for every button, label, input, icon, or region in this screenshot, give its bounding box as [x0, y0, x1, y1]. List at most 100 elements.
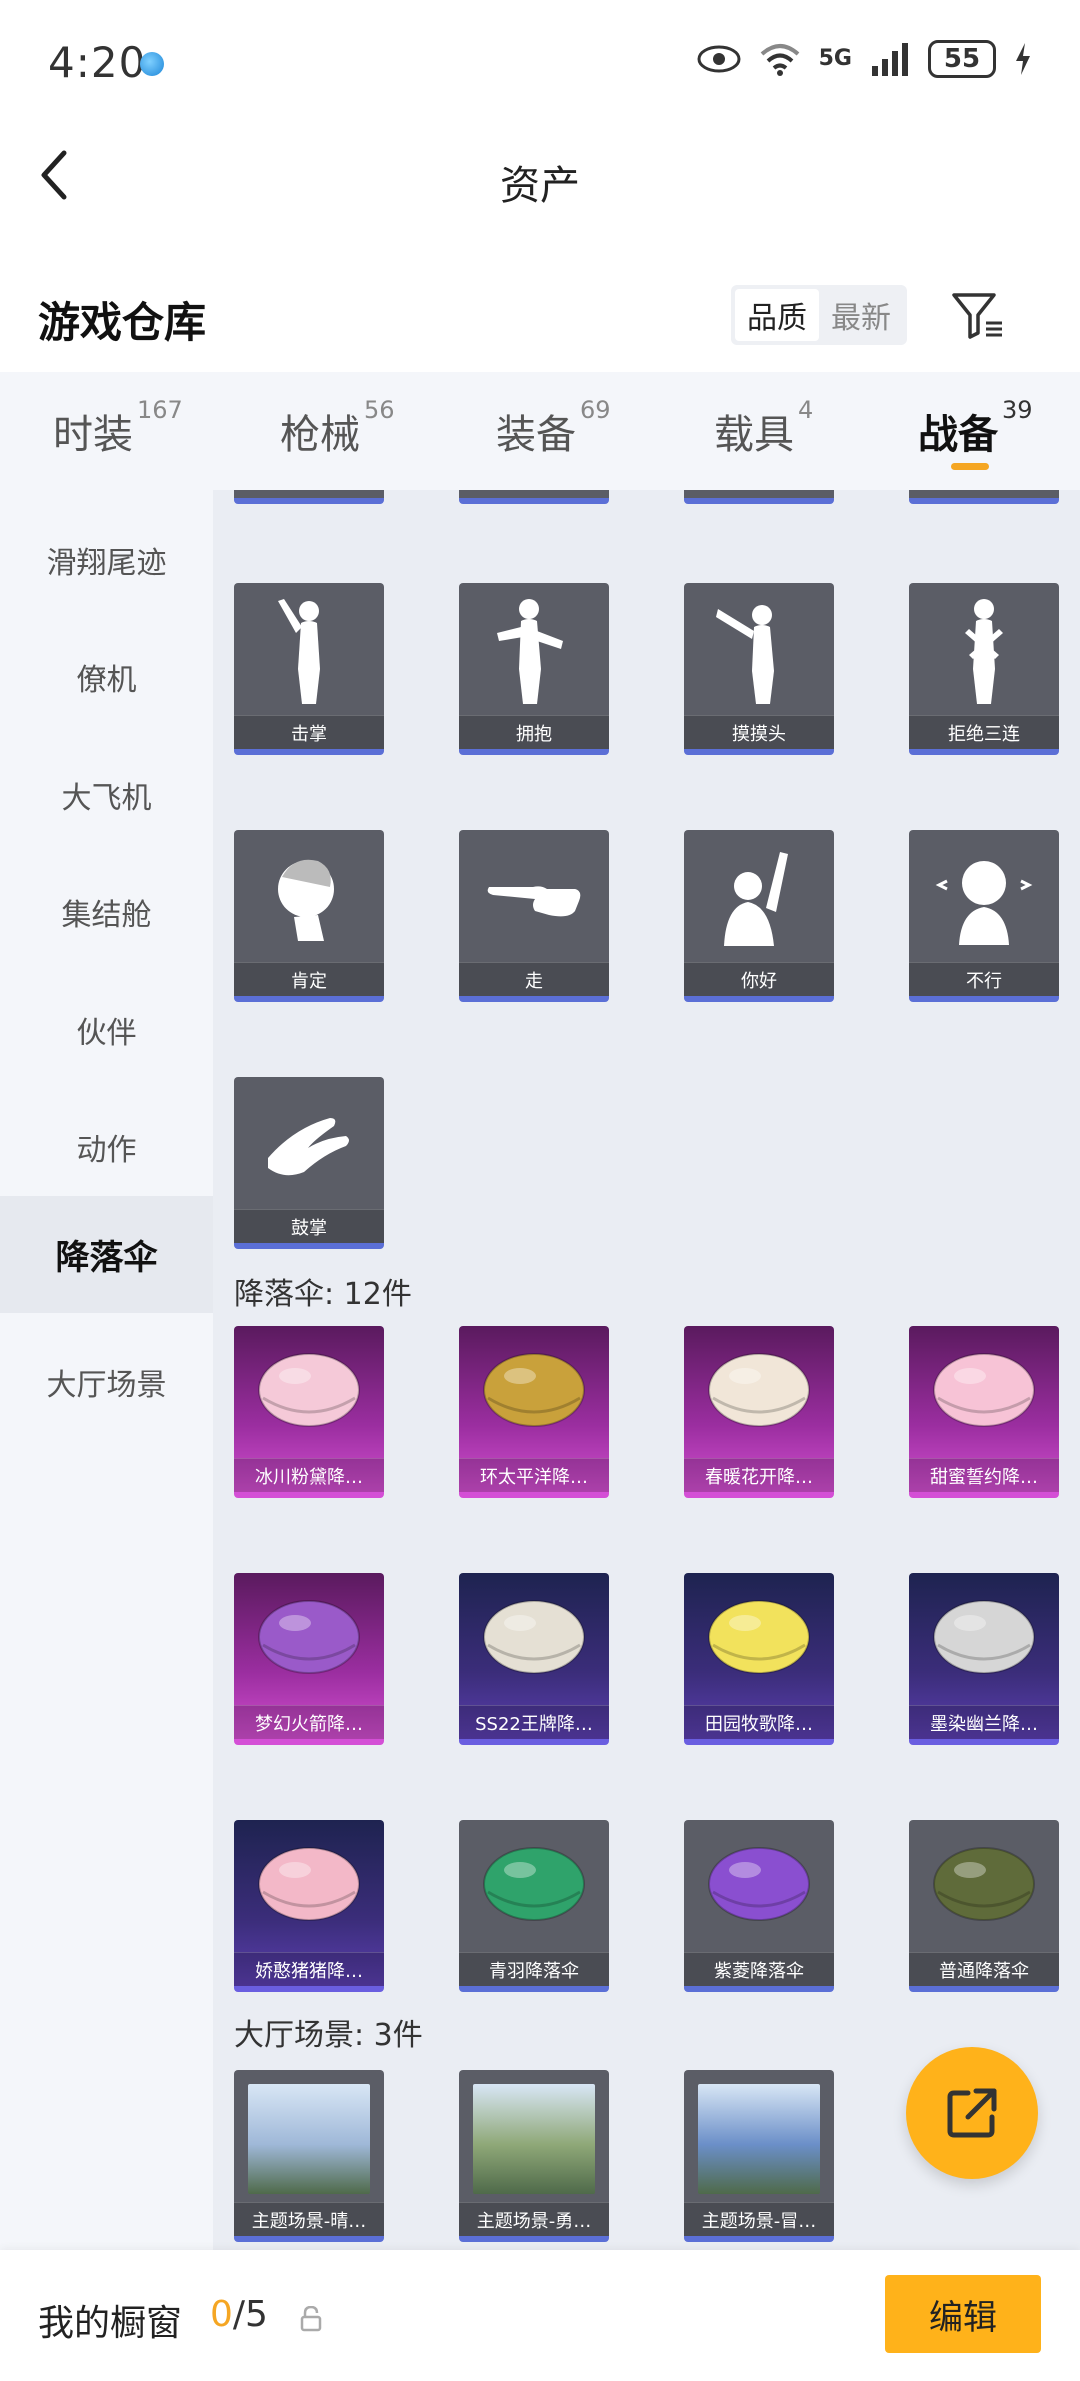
item-tile[interactable]: 拒绝三连	[909, 583, 1059, 755]
item-tile[interactable]: 摸摸头	[684, 583, 834, 755]
item-label: 不行	[909, 962, 1059, 996]
item-label: 拒绝三连	[909, 715, 1059, 749]
page-header: 资产	[0, 125, 1080, 225]
sidebar: 滑翔尾迹 僚机 大飞机 集结舱 伙伴 动作 降落伞 大厅场景	[0, 490, 213, 2250]
item-label: 鼓掌	[234, 1209, 384, 1243]
parachute-label: 青羽降落伞	[459, 1952, 609, 1986]
parachute-tile[interactable]: 环太平洋降…	[459, 1326, 609, 1498]
bottom-bar: 我的橱窗 0/5 编辑	[0, 2250, 1080, 2381]
item-tile-partial[interactable]	[684, 490, 834, 504]
item-label: 摸摸头	[684, 715, 834, 749]
filter-icon[interactable]	[948, 285, 1008, 345]
parachute-label: SS22王牌降…	[459, 1705, 609, 1739]
item-tile-partial[interactable]	[459, 490, 609, 504]
warehouse-row: 游戏仓库 品质 最新	[0, 265, 1080, 365]
parachute-tile[interactable]: 梦幻火箭降…	[234, 1573, 384, 1745]
parachute-icon	[258, 1847, 360, 1921]
parachute-tile[interactable]: 青羽降落伞	[459, 1820, 609, 1992]
parachute-label: 墨染幽兰降…	[909, 1705, 1059, 1739]
sort-option-latest[interactable]: 最新	[819, 289, 903, 341]
parachute-tile[interactable]: 普通降落伞	[909, 1820, 1059, 1992]
sidebar-item-companion[interactable]: 伙伴	[0, 971, 213, 1088]
lobby-scene-label: 主题场景-晴…	[234, 2202, 384, 2236]
sort-option-quality[interactable]: 品质	[735, 289, 819, 341]
parachute-tile[interactable]: 春暖花开降…	[684, 1326, 834, 1498]
lobby-scene-tile[interactable]: 主题场景-冒…	[684, 2070, 834, 2242]
parachute-label: 田园牧歌降…	[684, 1705, 834, 1739]
lobby-scene-tile[interactable]: 主题场景-勇…	[459, 2070, 609, 2242]
status-bar: 4:20 5G 55	[0, 0, 1080, 125]
item-label: 击掌	[234, 715, 384, 749]
parachute-tile[interactable]: 紫菱降落伞	[684, 1820, 834, 1992]
parachute-icon	[258, 1353, 360, 1427]
scene-thumbnail	[248, 2084, 370, 2194]
lobby-scene-tile[interactable]: 主题场景-晴…	[234, 2070, 384, 2242]
item-tile[interactable]: 拥抱	[459, 583, 609, 755]
parachute-tile[interactable]: 娇憨猪猪降…	[234, 1820, 384, 1992]
parachute-label: 春暖花开降…	[684, 1458, 834, 1492]
sidebar-item-wingman[interactable]: 僚机	[0, 618, 213, 735]
parachute-icon	[933, 1600, 1035, 1674]
parachute-tile[interactable]: 墨染幽兰降…	[909, 1573, 1059, 1745]
item-label: 肯定	[234, 962, 384, 996]
tab-combat-gear[interactable]: 战备39	[918, 396, 1033, 460]
showcase-label: 我的橱窗	[38, 2303, 183, 2344]
parachute-label: 梦幻火箭降…	[234, 1705, 384, 1739]
parachute-icon	[483, 1353, 585, 1427]
status-time: 4:20	[48, 38, 147, 87]
sidebar-item-glide-trail[interactable]: 滑翔尾迹	[0, 501, 213, 618]
lobby-scene-label: 主题场景-冒…	[684, 2202, 834, 2236]
item-tile[interactable]: 走	[459, 830, 609, 1002]
tab-weapons[interactable]: 枪械56	[280, 396, 395, 460]
parachute-tile[interactable]: SS22王牌降…	[459, 1573, 609, 1745]
sidebar-item-emote[interactable]: 动作	[0, 1088, 213, 1205]
status-icons: 5G 55	[697, 40, 1032, 78]
parachute-label: 环太平洋降…	[459, 1458, 609, 1492]
item-tile[interactable]: 击掌	[234, 583, 384, 755]
emote-point-icon	[487, 886, 581, 917]
parachute-icon	[708, 1847, 810, 1921]
tab-fashion[interactable]: 时装167	[53, 396, 183, 460]
parachute-tile[interactable]: 冰川粉黛降…	[234, 1326, 384, 1498]
parachute-icon	[258, 1600, 360, 1674]
battery-indicator: 55	[928, 40, 996, 78]
sidebar-item-parachute[interactable]: 降落伞	[0, 1196, 213, 1313]
item-grid: 击掌 拥抱 摸摸头 拒绝三连 肯定 走 你好 不行 鼓掌 降落伞: 12件 冰川…	[213, 490, 1080, 2250]
item-tile[interactable]: 你好	[684, 830, 834, 1002]
eye-icon	[697, 45, 741, 73]
item-label: 你好	[684, 962, 834, 996]
item-tile[interactable]: 不行	[909, 830, 1059, 1002]
parachute-icon	[708, 1600, 810, 1674]
parachute-label: 甜蜜誓约降…	[909, 1458, 1059, 1492]
page-title: 资产	[500, 163, 580, 209]
parachute-tile[interactable]: 甜蜜誓约降…	[909, 1326, 1059, 1498]
emote-pat-head-icon	[716, 605, 774, 704]
app-notification-icon	[140, 52, 164, 76]
item-tile-partial[interactable]	[909, 490, 1059, 504]
parachute-icon	[708, 1353, 810, 1427]
edit-button[interactable]: 编辑	[885, 2275, 1041, 2353]
network-type: 5G	[818, 46, 852, 71]
parachute-icon	[933, 1353, 1035, 1427]
share-button[interactable]	[906, 2047, 1038, 2179]
parachute-tile[interactable]: 田园牧歌降…	[684, 1573, 834, 1745]
tab-equipment[interactable]: 装备69	[496, 396, 611, 460]
sidebar-item-assembly-pod[interactable]: 集结舱	[0, 853, 213, 970]
item-tile[interactable]: 肯定	[234, 830, 384, 1002]
sidebar-item-airplane[interactable]: 大飞机	[0, 736, 213, 853]
signal-icon	[872, 43, 908, 76]
item-tile-partial[interactable]	[234, 490, 384, 504]
parachute-label: 紫菱降落伞	[684, 1952, 834, 1986]
active-tab-indicator	[951, 463, 989, 470]
item-tile[interactable]: 鼓掌	[234, 1077, 384, 1249]
section-title-parachute: 降落伞: 12件	[234, 1277, 412, 1312]
emote-shake-head-icon	[935, 861, 1033, 945]
scene-thumbnail	[473, 2084, 595, 2194]
tab-vehicles[interactable]: 载具4	[714, 396, 813, 460]
parachute-icon	[483, 1847, 585, 1921]
sidebar-item-lobby-scene[interactable]: 大厅场景	[0, 1323, 213, 1440]
emote-clap-icon	[268, 1118, 349, 1176]
parachute-icon	[933, 1847, 1035, 1921]
category-tabs: 时装167 枪械56 装备69 载具4 战备39	[0, 372, 1080, 490]
emote-wave-icon	[724, 852, 788, 946]
